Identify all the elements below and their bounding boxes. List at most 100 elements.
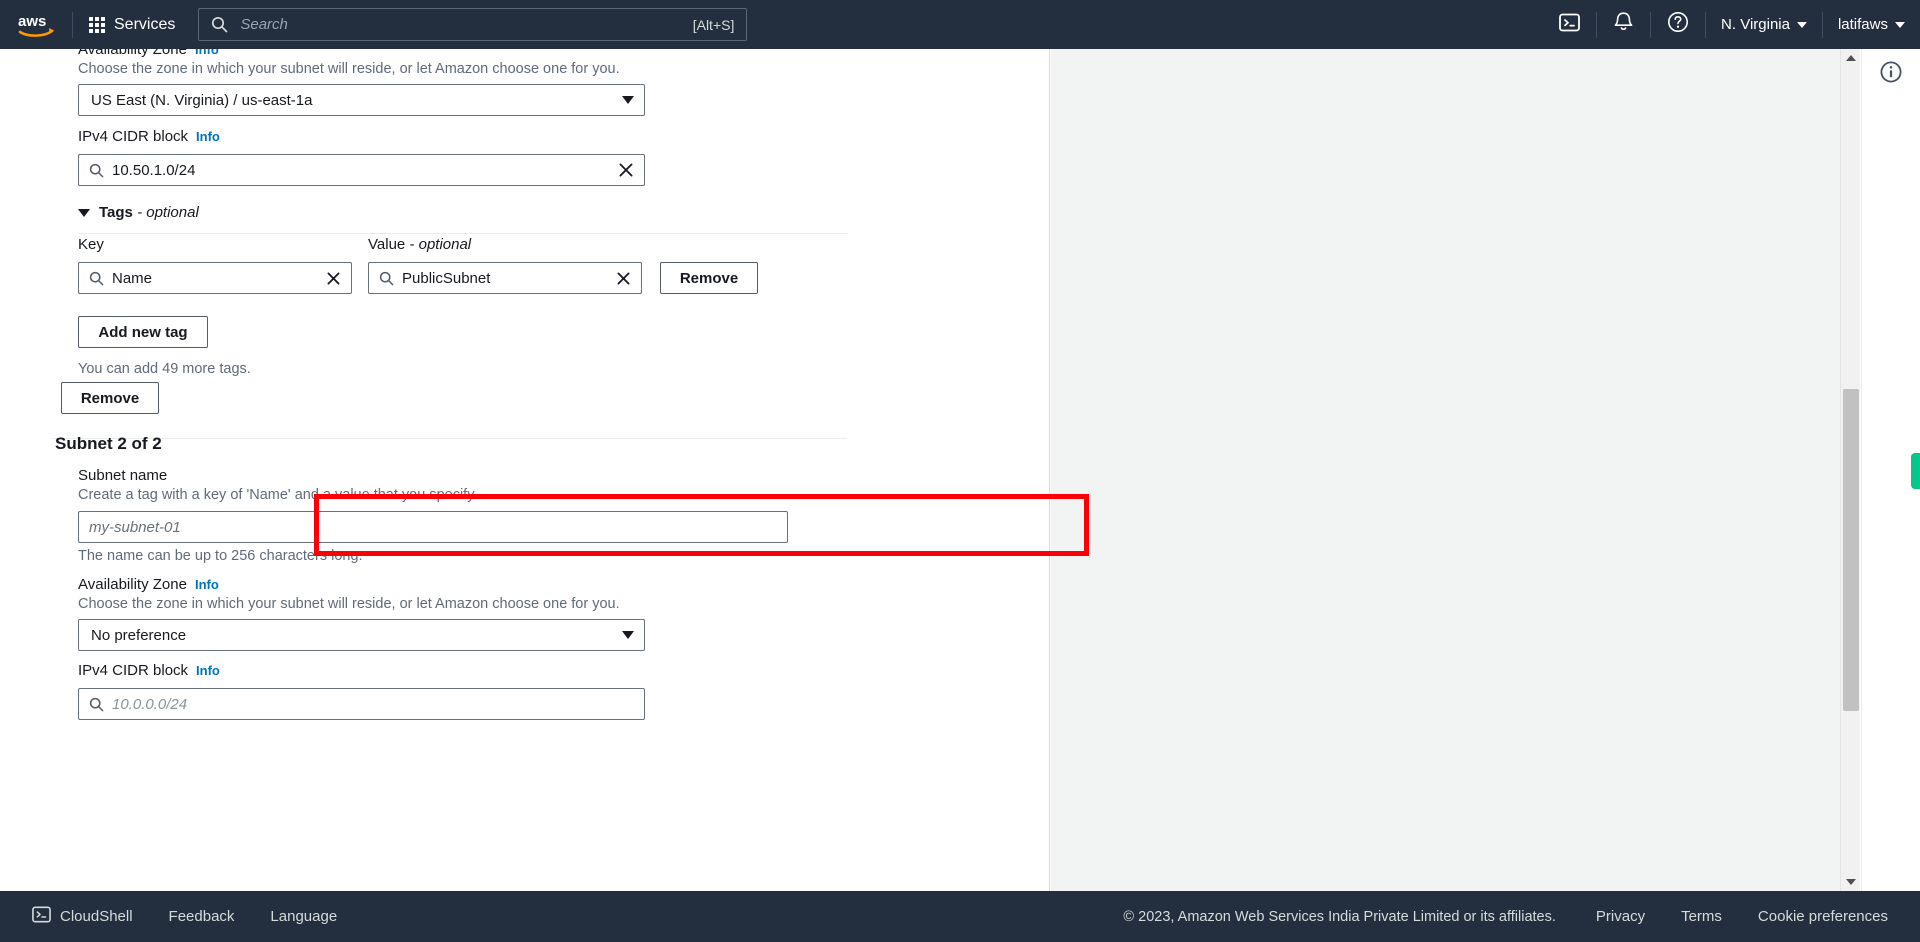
svg-text:aws: aws	[18, 13, 46, 30]
subnet1-az-description: Choose the zone in which your subnet wil…	[78, 61, 620, 77]
subnet2-cidr-label: IPv4 CIDR block	[78, 662, 189, 679]
aws-logo[interactable]: aws	[8, 12, 66, 38]
remove-tag-button[interactable]: Remove	[660, 262, 758, 294]
tag-value-label-wrap: Value - optional	[368, 236, 471, 254]
subnet2-name-label: Subnet name	[78, 467, 168, 484]
tags-remaining-hint: You can add 49 more tags.	[78, 361, 251, 377]
footer-privacy-link[interactable]: Privacy	[1578, 908, 1663, 925]
region-label: N. Virginia	[1721, 16, 1790, 33]
nav-right-cluster: N. Virginia latifaws	[1543, 0, 1920, 49]
label-row: IPv4 CIDR block Info	[78, 128, 958, 145]
cloudshell-icon	[32, 905, 51, 928]
tag-value-optional-text: - optional	[405, 236, 472, 253]
label-row: Availability Zone Info	[78, 576, 958, 593]
subnet1-az-value: US East (N. Virginia) / us-east-1a	[91, 91, 313, 109]
footer-cloudshell-button[interactable]: CloudShell	[14, 905, 151, 928]
tag-value-value: PublicSubnet	[402, 269, 491, 287]
search-icon	[211, 16, 228, 33]
info-link[interactable]: Info	[195, 49, 219, 57]
tag-key-label-wrap: Key	[78, 236, 104, 254]
scrollbar-thumb[interactable]	[1843, 389, 1859, 711]
scroll-up-button[interactable]	[1841, 49, 1861, 67]
chevron-up-icon	[1846, 55, 1856, 61]
info-link[interactable]: Info	[195, 577, 219, 592]
feedback-tab[interactable]	[1911, 453, 1920, 489]
tag-value-input[interactable]: PublicSubnet	[368, 262, 642, 294]
subnet1-cidr-label: IPv4 CIDR block	[78, 128, 189, 145]
chevron-down-icon	[622, 96, 634, 104]
page-footer: CloudShell Feedback Language © 2023, Ama…	[0, 891, 1920, 942]
global-search-box[interactable]: [Alt+S]	[198, 8, 748, 41]
footer-terms-link[interactable]: Terms	[1663, 908, 1740, 925]
info-panel-toggle[interactable]	[1874, 57, 1908, 91]
grid-icon	[89, 16, 105, 33]
subnet2-az-description: Choose the zone in which your subnet wil…	[78, 596, 620, 612]
tag-key-input[interactable]: Name	[78, 262, 352, 294]
subnet-form-panel: Availability Zone Info Choose the zone i…	[0, 49, 1050, 891]
chevron-down-icon	[622, 631, 634, 639]
subnet-section-divider	[52, 438, 847, 439]
bell-icon	[1613, 11, 1634, 38]
footer-cookie-preferences-link[interactable]: Cookie preferences	[1740, 908, 1906, 925]
subnet1-cidr-value: 10.50.1.0/24	[112, 161, 196, 179]
footer-copyright: © 2023, Amazon Web Services India Privat…	[1123, 908, 1556, 925]
clear-icon[interactable]	[614, 271, 633, 286]
region-selector[interactable]: N. Virginia	[1706, 0, 1822, 49]
search-icon	[379, 271, 394, 286]
search-icon	[89, 163, 104, 178]
subnet2-heading: Subnet 2 of 2	[55, 434, 162, 453]
subnet2-cidr-input[interactable]: 10.0.0.0/24	[78, 688, 645, 720]
chevron-down-icon	[1895, 21, 1905, 28]
subnet1-tags-section: Tags - optional	[78, 204, 848, 234]
question-circle-icon	[1667, 11, 1689, 38]
clear-icon[interactable]	[324, 271, 343, 286]
cloudshell-icon-button[interactable]	[1543, 0, 1596, 49]
subnet2-az-value: No preference	[91, 626, 187, 644]
remove-subnet-button[interactable]: Remove	[61, 382, 159, 414]
search-input[interactable]	[238, 15, 693, 34]
cloudshell-icon	[1559, 12, 1580, 38]
subnet2-name-placeholder: my-subnet-01	[89, 518, 181, 536]
section-divider	[78, 233, 848, 234]
chevron-down-icon	[1796, 21, 1807, 28]
search-icon	[89, 697, 104, 712]
subnet2-name-field: Subnet name Create a tag with a key of '…	[78, 467, 958, 564]
services-label: Services	[114, 15, 176, 33]
chevron-down-icon	[78, 208, 90, 217]
footer-language-link[interactable]: Language	[252, 908, 355, 925]
subnet2-name-input[interactable]: my-subnet-01	[78, 511, 788, 543]
clear-icon[interactable]	[616, 162, 636, 178]
scroll-down-button[interactable]	[1841, 873, 1861, 891]
info-circle-icon	[1879, 60, 1903, 89]
info-link[interactable]: Info	[196, 129, 220, 144]
tag-key-label: Key	[78, 236, 104, 253]
footer-right-links: © 2023, Amazon Web Services India Privat…	[1123, 908, 1920, 925]
label-row: Availability Zone Info	[78, 49, 958, 58]
footer-cloudshell-label: CloudShell	[60, 908, 133, 925]
search-shortcut-hint: [Alt+S]	[692, 16, 735, 33]
help-button[interactable]	[1651, 0, 1705, 49]
nav-divider	[72, 11, 73, 38]
footer-feedback-link[interactable]: Feedback	[151, 908, 253, 925]
tags-expander[interactable]: Tags - optional	[78, 204, 848, 221]
subnet1-az-select[interactable]: US East (N. Virginia) / us-east-1a	[78, 84, 645, 116]
page-scrollbar[interactable]	[1840, 49, 1860, 891]
account-menu[interactable]: latifaws	[1823, 0, 1920, 49]
subnet1-az-label: Availability Zone	[78, 49, 187, 58]
subnet2-az-label: Availability Zone	[78, 576, 187, 593]
services-menu-button[interactable]: Services	[79, 10, 185, 40]
tags-optional-text: - optional	[132, 204, 199, 221]
tags-title-text: Tags	[99, 204, 133, 221]
tags-section-title: Tags - optional	[99, 204, 199, 221]
add-new-tag-button[interactable]: Add new tag	[78, 316, 208, 348]
subnet1-availability-zone-field: Availability Zone Info Choose the zone i…	[78, 49, 958, 116]
tag-value-label: Value - optional	[368, 236, 471, 253]
info-link[interactable]: Info	[196, 663, 220, 678]
subnet2-name-hint: The name can be up to 256 characters lon…	[78, 548, 363, 564]
subnet1-cidr-input[interactable]: 10.50.1.0/24	[78, 154, 645, 186]
subnet2-az-select[interactable]: No preference	[78, 619, 645, 651]
notifications-button[interactable]	[1597, 0, 1650, 49]
chevron-down-icon	[1846, 879, 1856, 885]
search-icon	[89, 271, 104, 286]
subnet2-name-description: Create a tag with a key of 'Name' and a …	[78, 487, 478, 503]
